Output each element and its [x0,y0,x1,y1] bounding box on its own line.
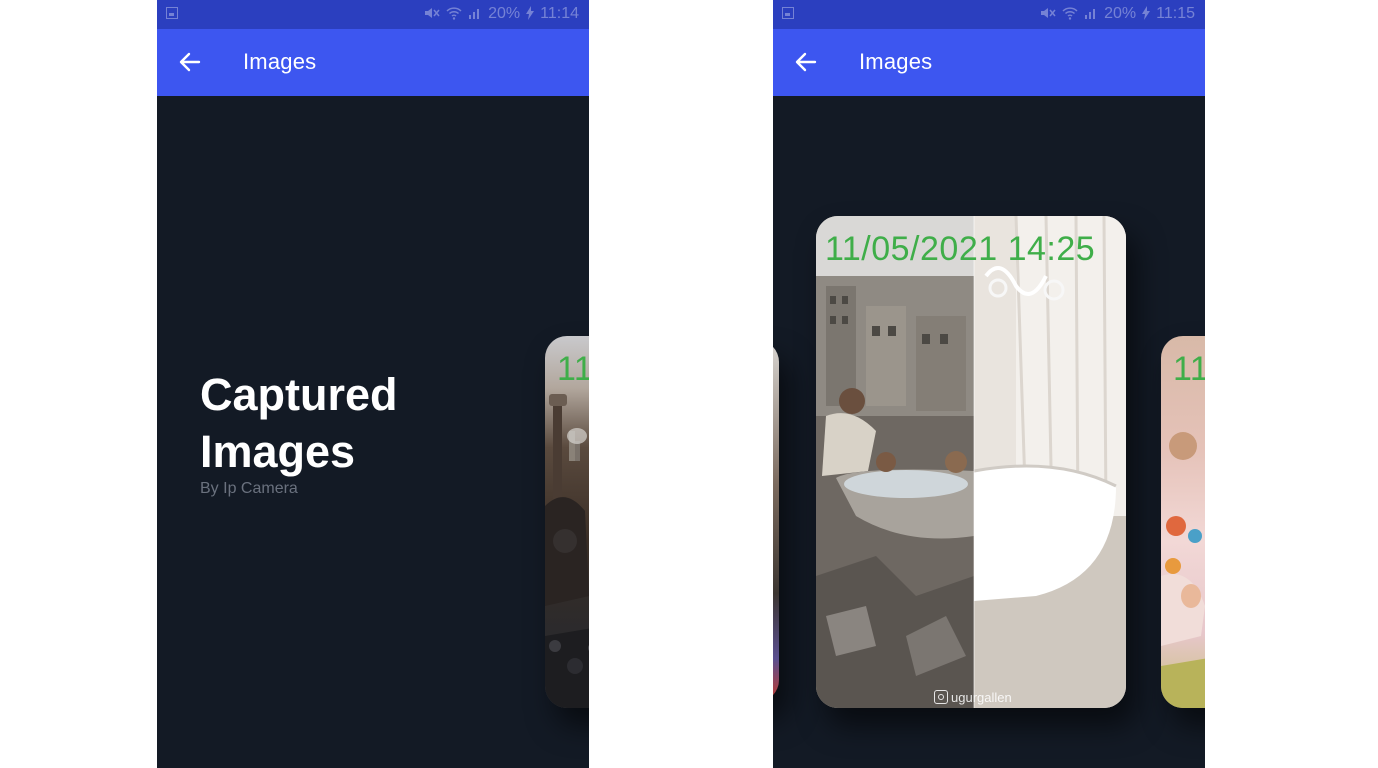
battery-level: 20% [488,5,521,22]
charging-icon [1142,5,1151,23]
mute-icon [1040,6,1056,23]
hero-title: Captured Images [200,366,398,480]
phone-screen-right: 20% 11:15 Images 11/05/2021 14:25 ugurga… [773,0,1205,768]
card-photo-baby [1161,432,1205,708]
phone-screen-left: 20% 11:14 Images Captured Images By Ip C… [157,0,589,768]
watermark-text: ugurgallen [951,690,1012,705]
wifi-icon [446,6,462,23]
image-icon [166,7,178,19]
photo-watermark: ugurgallen [934,690,1012,705]
card-photo-coal-worker [545,394,589,708]
wifi-icon [1062,6,1078,23]
hero-title-line1: Captured [200,369,398,420]
image-card-peek[interactable]: 11 [545,336,589,708]
card-photo-split-bathtub [816,216,1126,708]
battery-level: 20% [1104,5,1137,22]
image-card-previous[interactable] [773,340,779,702]
back-arrow-icon[interactable] [177,49,203,75]
app-bar-title: Images [243,49,317,74]
image-timestamp: 11/05/2021 14:25 [825,230,1096,268]
charging-icon [526,5,535,23]
app-bar-title: Images [859,49,933,74]
back-arrow-icon[interactable] [793,49,819,75]
image-icon [782,7,794,19]
status-bar: 20% 11:15 [773,0,1205,29]
status-bar: 20% 11:14 [157,0,589,29]
hero-title-line2: Images [200,426,356,477]
image-card-current[interactable]: 11/05/2021 14:25 ugurgallen [816,216,1126,708]
clock: 11:15 [1156,5,1195,22]
signal-icon [468,6,482,23]
app-bar: Images [157,29,589,96]
hero-subtitle: By Ip Camera [200,480,298,497]
app-bar: Images [773,29,1205,96]
image-timestamp: 11 [1173,350,1205,388]
mute-icon [424,6,440,23]
signal-icon [1084,6,1098,23]
clock: 11:14 [540,5,579,22]
image-timestamp: 11 [557,350,589,388]
instagram-icon [934,690,948,704]
image-card-next[interactable]: 11 [1161,336,1205,708]
